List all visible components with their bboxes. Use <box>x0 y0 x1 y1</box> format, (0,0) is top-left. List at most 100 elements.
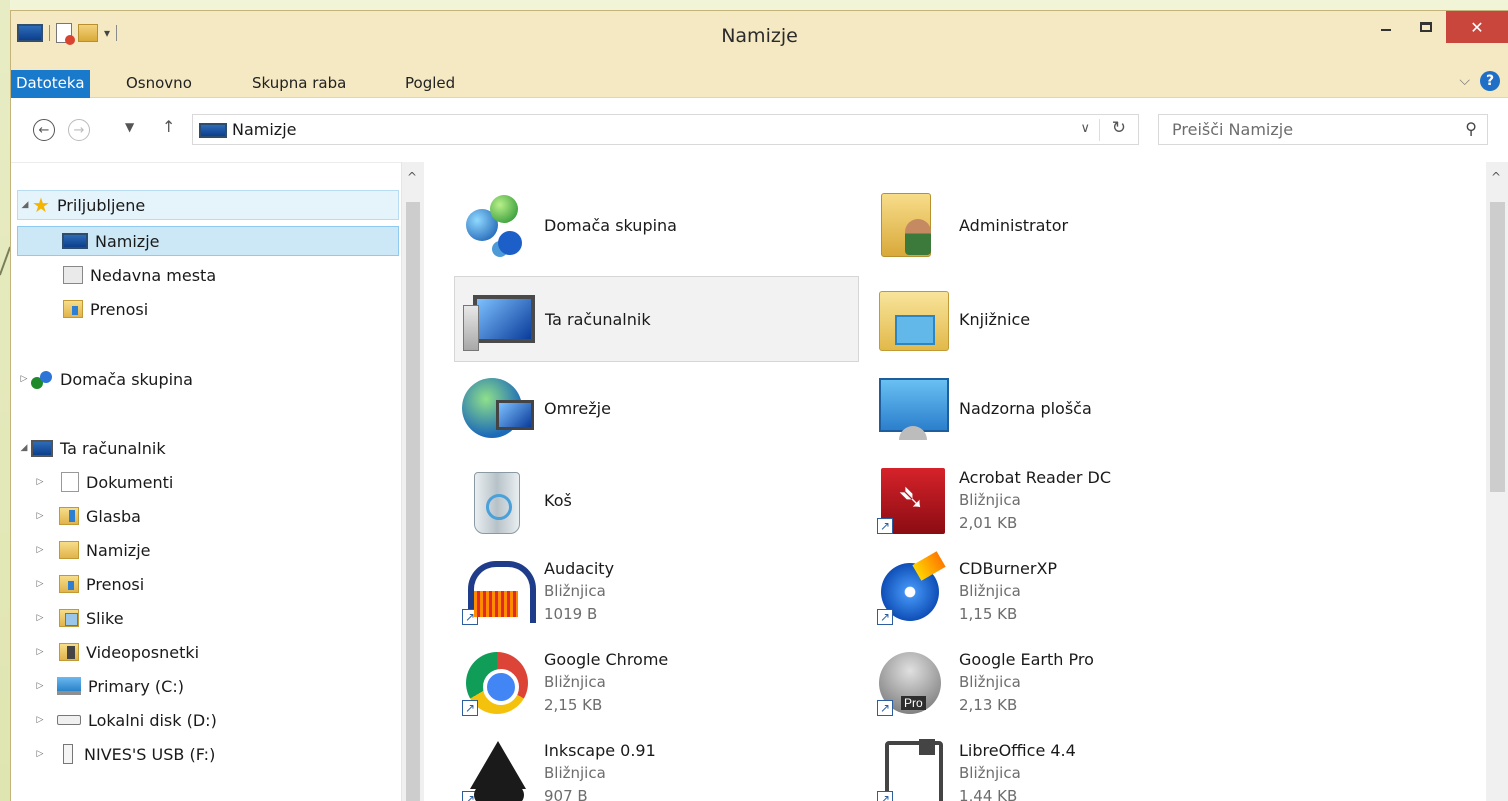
item-recycle-bin[interactable]: Koš <box>454 457 859 543</box>
item-network[interactable]: Omrežje <box>454 365 859 451</box>
shortcut-arrow-icon: ↗ <box>877 700 893 716</box>
collapse-arrow-icon[interactable]: ◢ <box>18 200 32 210</box>
item-libreoffice[interactable]: ↗ LibreOffice 4.4 Bližnjica 1,44 KB <box>869 730 1274 801</box>
search-placeholder: Preišči Namizje <box>1172 120 1294 139</box>
item-inkscape[interactable]: ↗ Inkscape 0.91 Bližnjica 907 B <box>454 730 859 801</box>
expand-arrow-icon[interactable]: ▷ <box>33 579 47 589</box>
downloads-folder-icon <box>63 300 83 318</box>
nav-item-label: Dokumenti <box>86 472 174 492</box>
nav-item-drive-d[interactable]: ▷ Lokalni disk (D:) <box>33 705 217 735</box>
nav-item-downloads[interactable]: Prenosi <box>17 294 148 324</box>
item-control-panel[interactable]: Nadzorna plošča <box>869 365 1274 451</box>
shortcut-arrow-icon: ↗ <box>462 791 478 801</box>
tab-share[interactable]: Skupna raba <box>252 70 346 98</box>
item-name: Domača skupina <box>544 215 677 235</box>
item-administrator[interactable]: Administrator <box>869 182 1274 268</box>
minimize-button[interactable] <box>1366 11 1406 43</box>
tab-file[interactable]: Datoteka <box>11 70 90 98</box>
item-homegroup[interactable]: Domača skupina <box>454 182 859 268</box>
nav-item-label: Glasba <box>86 506 141 526</box>
item-audacity[interactable]: ↗ Audacity Bližnjica 1019 B <box>454 548 859 634</box>
window-controls: ✕ <box>1366 11 1508 43</box>
minimize-icon <box>1381 29 1391 31</box>
expand-arrow-icon[interactable]: ▷ <box>33 613 47 623</box>
tab-home[interactable]: Osnovno <box>126 70 192 98</box>
maximize-button[interactable] <box>1406 11 1446 43</box>
expand-arrow-icon[interactable]: ▷ <box>33 749 47 759</box>
item-name: Nadzorna plošča <box>959 398 1092 418</box>
expand-arrow-icon[interactable]: ▷ <box>33 545 47 555</box>
nav-item-desktop[interactable]: Namizje <box>17 226 399 256</box>
item-name: Administrator <box>959 215 1069 235</box>
usb-drive-icon <box>63 744 73 764</box>
nav-scrollbar-thumb[interactable] <box>406 202 420 801</box>
search-box[interactable]: Preišči Namizje ⚲ <box>1158 114 1488 145</box>
nav-item-downloads-folder[interactable]: ▷ Prenosi <box>33 569 145 599</box>
forward-button[interactable]: → <box>68 119 90 141</box>
item-name: Ta računalnik <box>545 309 651 329</box>
nav-item-drive-c[interactable]: ▷ Primary (C:) <box>33 671 184 701</box>
background-strip <box>0 0 10 801</box>
address-dropdown-icon[interactable]: ∨ <box>1080 121 1090 136</box>
nav-item-documents[interactable]: ▷ Dokumenti <box>33 467 173 497</box>
item-size: 2,13 KB <box>959 695 1018 714</box>
back-button[interactable]: ← <box>33 119 55 141</box>
nav-item-label: Nedavna mesta <box>90 265 217 285</box>
nav-item-recent-places[interactable]: Nedavna mesta <box>17 260 216 290</box>
expand-arrow-icon[interactable]: ▷ <box>33 715 47 725</box>
acrobat-reader-icon: ↗ <box>875 464 947 536</box>
shortcut-arrow-icon: ↗ <box>462 609 478 625</box>
refresh-icon[interactable]: ↻ <box>1112 118 1126 138</box>
recent-locations-icon[interactable]: ▼ <box>125 120 134 134</box>
item-google-earth-pro[interactable]: ↗ Google Earth Pro Bližnjica 2,13 KB <box>869 639 1274 725</box>
nav-item-label: Namizje <box>95 231 160 251</box>
control-panel-icon <box>875 372 949 444</box>
item-type: Bližnjica <box>544 672 606 691</box>
item-this-pc[interactable]: Ta računalnik <box>454 276 859 362</box>
item-acrobat-reader[interactable]: ↗ Acrobat Reader DC Bližnjica 2,01 KB <box>869 457 1274 543</box>
nav-item-label: Primary (C:) <box>88 676 184 696</box>
window-title: Namizje <box>721 25 798 47</box>
nav-item-usb-f[interactable]: ▷ NIVES'S USB (F:) <box>33 739 215 769</box>
up-arrow-icon[interactable]: ↑ <box>162 117 175 136</box>
item-cdburnerxp[interactable]: ↗ CDBurnerXP Bližnjica 1,15 KB <box>869 548 1274 634</box>
expand-ribbon-icon[interactable]: ⌵ <box>1459 73 1470 89</box>
scroll-up-icon[interactable]: ^ <box>407 170 417 184</box>
nav-scrollbar[interactable]: ^ <box>401 162 424 801</box>
nav-homegroup[interactable]: ▷ Domača skupina <box>17 364 193 394</box>
nav-item-videos[interactable]: ▷ Videoposnetki <box>33 637 200 667</box>
expand-arrow-icon[interactable]: ▷ <box>33 647 47 657</box>
audacity-icon: ↗ <box>460 555 536 627</box>
expand-arrow-icon[interactable]: ▷ <box>33 511 47 521</box>
close-button[interactable]: ✕ <box>1446 11 1508 43</box>
nav-favorites[interactable]: ◢ ★ Priljubljene <box>17 190 399 220</box>
nav-item-desktop-folder[interactable]: ▷ Namizje <box>33 535 151 565</box>
nav-item-music[interactable]: ▷ Glasba <box>33 501 141 531</box>
item-type: Bližnjica <box>959 581 1021 600</box>
nav-item-pictures[interactable]: ▷ Slike <box>33 603 124 633</box>
search-icon[interactable]: ⚲ <box>1465 119 1477 138</box>
shortcut-arrow-icon: ↗ <box>877 791 893 801</box>
help-icon[interactable]: ? <box>1480 71 1500 91</box>
item-google-chrome[interactable]: ↗ Google Chrome Bližnjica 2,15 KB <box>454 639 859 725</box>
expand-arrow-icon[interactable]: ▷ <box>33 681 47 691</box>
item-libraries[interactable]: Knjižnice <box>869 276 1274 362</box>
title-bar: ▾ Namizje ✕ <box>11 11 1508 65</box>
content-scrollbar-thumb[interactable] <box>1490 202 1505 492</box>
collapse-arrow-icon[interactable]: ◢ <box>17 443 31 453</box>
inkscape-icon: ↗ <box>460 737 532 801</box>
nav-this-pc[interactable]: ◢ Ta računalnik <box>17 433 166 463</box>
tab-view[interactable]: Pogled <box>405 70 455 98</box>
nav-item-label: Prenosi <box>90 299 149 319</box>
separator <box>1099 119 1100 141</box>
expand-arrow-icon[interactable]: ▷ <box>33 477 47 487</box>
address-bar[interactable]: Namizje ∨ ↻ <box>192 114 1139 145</box>
scroll-up-icon[interactable]: ^ <box>1491 170 1501 184</box>
address-path[interactable]: Namizje <box>232 120 297 139</box>
content-scrollbar[interactable]: ^ <box>1486 162 1508 801</box>
nav-item-label: Slike <box>86 608 124 628</box>
nav-item-label: NIVES'S USB (F:) <box>84 744 216 764</box>
item-name: Google Chrome <box>544 649 669 669</box>
item-name: CDBurnerXP <box>959 558 1058 578</box>
expand-arrow-icon[interactable]: ▷ <box>17 374 31 384</box>
